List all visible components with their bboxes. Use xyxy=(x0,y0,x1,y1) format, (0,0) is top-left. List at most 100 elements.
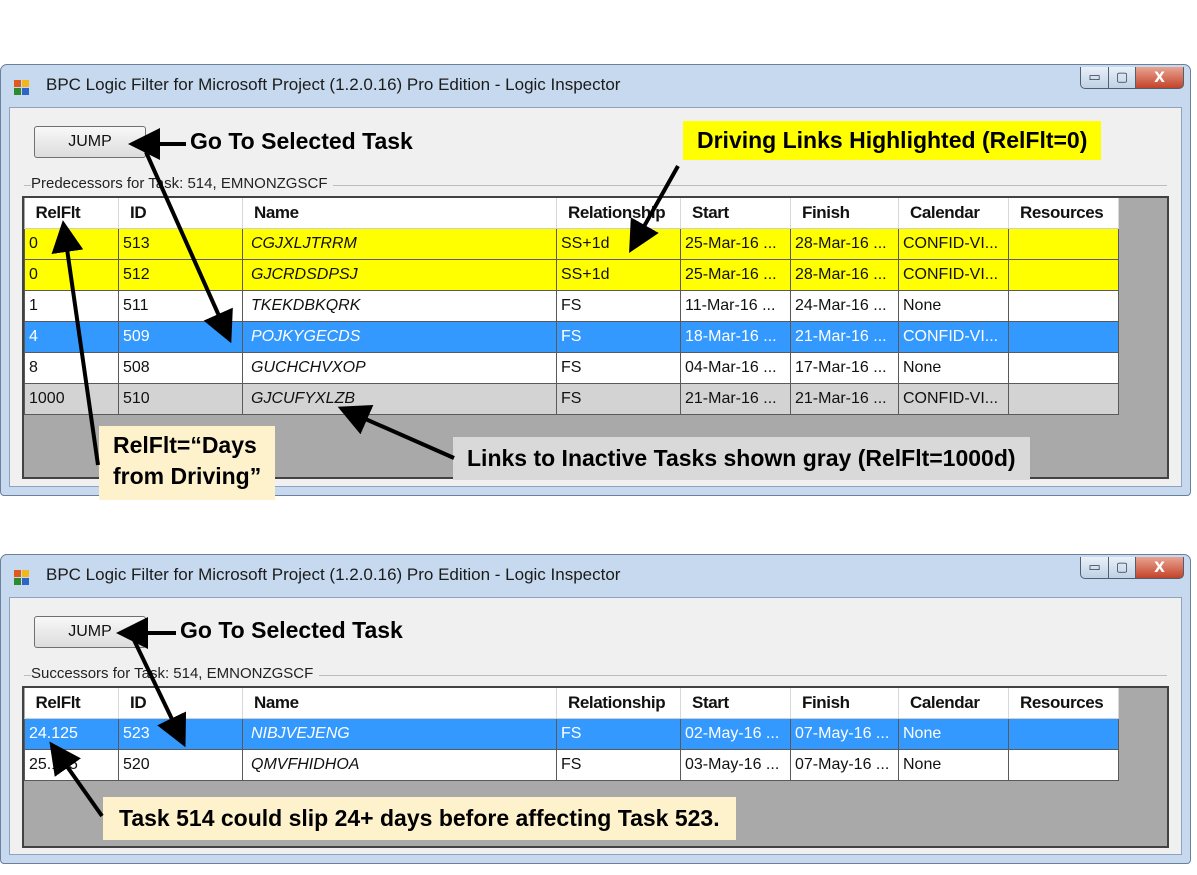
cell-start: 04-Mar-16 ... xyxy=(680,351,791,384)
callout-goto-selected-task-bottom: Go To Selected Task xyxy=(180,617,403,643)
column-header-name[interactable]: Name xyxy=(242,198,557,229)
callout-driving-links: Driving Links Highlighted (RelFlt=0) xyxy=(683,121,1102,160)
cell-relationship: FS xyxy=(556,289,681,322)
cell-calendar: None xyxy=(898,748,1009,781)
cell-relflt: 0 xyxy=(24,227,119,260)
maximize-icon: ▢ xyxy=(1115,560,1129,575)
maximize-button[interactable]: ▢ xyxy=(1109,67,1136,89)
column-header-id[interactable]: ID xyxy=(118,688,243,719)
cell-relationship: FS xyxy=(556,748,681,781)
cell-finish: 28-Mar-16 ... xyxy=(790,227,899,260)
predecessors-table: RelFlt ID Name Relationship Start Finish… xyxy=(24,198,1119,415)
column-header-start[interactable]: Start xyxy=(680,198,791,229)
cell-relflt: 8 xyxy=(24,351,119,384)
column-header-finish[interactable]: Finish xyxy=(790,198,899,229)
table-row[interactable]: 4 509 POJKYGECDS FS 18-Mar-16 ... 21-Mar-16 .… xyxy=(24,320,1119,353)
app-icon xyxy=(14,80,30,96)
cell-id: 508 xyxy=(118,351,243,384)
jump-button[interactable]: JUMP xyxy=(34,126,146,158)
cell-calendar: None xyxy=(898,717,1009,750)
cell-start: 21-Mar-16 ... xyxy=(680,382,791,415)
jump-button[interactable]: JUMP xyxy=(34,616,146,648)
column-header-resources[interactable]: Resources xyxy=(1008,198,1119,229)
cell-name: NIBJVEJENG xyxy=(242,717,557,750)
minimize-icon: ▭ xyxy=(1088,560,1101,575)
table-row[interactable]: 1 511 TKEKDBKQRK FS 11-Mar-16 ... 24-Mar-16 .… xyxy=(24,289,1119,322)
cell-relflt: 25.125 xyxy=(24,748,119,781)
successors-group-label: Successors for Task: 514, EMNONZGSCF xyxy=(31,665,320,682)
cell-start: 25-Mar-16 ... xyxy=(680,227,791,260)
column-header-start[interactable]: Start xyxy=(680,688,791,719)
table-row[interactable]: 8 508 GUCHCHVXOP FS 04-Mar-16 ... 17-Mar-16 .… xyxy=(24,351,1119,384)
cell-calendar: None xyxy=(898,351,1009,384)
cell-finish: 07-May-16 ... xyxy=(790,748,899,781)
cell-id: 510 xyxy=(118,382,243,415)
callout-goto-selected-task-top: Go To Selected Task xyxy=(190,128,413,154)
maximize-button[interactable]: ▢ xyxy=(1109,557,1136,579)
cell-name: GUCHCHVXOP xyxy=(242,351,557,384)
cell-resources xyxy=(1008,289,1119,322)
close-icon: X xyxy=(1154,559,1165,576)
cell-id: 509 xyxy=(118,320,243,353)
column-header-relationship[interactable]: Relationship xyxy=(556,198,681,229)
callout-relflt-line1: RelFlt=“Days xyxy=(113,432,257,458)
close-button[interactable]: X xyxy=(1136,557,1184,579)
column-header-id[interactable]: ID xyxy=(118,198,243,229)
cell-finish: 21-Mar-16 ... xyxy=(790,320,899,353)
minimize-button[interactable]: ▭ xyxy=(1080,67,1109,89)
cell-resources xyxy=(1008,258,1119,291)
cell-relflt: 0 xyxy=(24,258,119,291)
cell-id: 513 xyxy=(118,227,243,260)
maximize-icon: ▢ xyxy=(1115,70,1129,85)
cell-id: 520 xyxy=(118,748,243,781)
cell-finish: 17-Mar-16 ... xyxy=(790,351,899,384)
cell-calendar: CONFID-VI... xyxy=(898,320,1009,353)
cell-resources xyxy=(1008,382,1119,415)
cell-start: 02-May-16 ... xyxy=(680,717,791,750)
cell-resources xyxy=(1008,351,1119,384)
header-row: RelFlt ID Name Relationship Start Finish… xyxy=(24,688,1119,719)
cell-finish: 21-Mar-16 ... xyxy=(790,382,899,415)
window-controls: ▭ ▢ X xyxy=(1080,67,1184,93)
column-header-relflt[interactable]: RelFlt xyxy=(24,198,119,229)
close-button[interactable]: X xyxy=(1136,67,1184,89)
cell-start: 25-Mar-16 ... xyxy=(680,258,791,291)
cell-name: GJCUFYXLZB xyxy=(242,382,557,415)
callout-slip-days: Task 514 could slip 24+ days before affe… xyxy=(103,797,736,840)
title-bar[interactable]: BPC Logic Filter for Microsoft Project (… xyxy=(1,555,1190,597)
cell-relationship: FS xyxy=(556,717,681,750)
table-row[interactable]: 0 512 GJCRDSDPSJ SS+1d 25-Mar-16 ... 28-Mar-1… xyxy=(24,258,1119,291)
header-row: RelFlt ID Name Relationship Start Finish… xyxy=(24,198,1119,229)
cell-finish: 28-Mar-16 ... xyxy=(790,258,899,291)
minimize-icon: ▭ xyxy=(1088,70,1101,85)
column-header-finish[interactable]: Finish xyxy=(790,688,899,719)
title-bar[interactable]: BPC Logic Filter for Microsoft Project (… xyxy=(1,65,1190,107)
cell-name: TKEKDBKQRK xyxy=(242,289,557,322)
successors-table: RelFlt ID Name Relationship Start Finish… xyxy=(24,688,1119,781)
column-header-calendar[interactable]: Calendar xyxy=(898,688,1009,719)
predecessors-group-label: Predecessors for Task: 514, EMNONZGSCF xyxy=(31,175,334,192)
cell-name: QMVFHIDHOA xyxy=(242,748,557,781)
cell-id: 512 xyxy=(118,258,243,291)
cell-calendar: CONFID-VI... xyxy=(898,382,1009,415)
table-row[interactable]: 24.125 523 NIBJVEJENG FS 02-May-16 ... 07-May… xyxy=(24,717,1119,750)
column-header-calendar[interactable]: Calendar xyxy=(898,198,1009,229)
cell-resources xyxy=(1008,717,1119,750)
cell-resources xyxy=(1008,320,1119,353)
cell-relflt: 1000 xyxy=(24,382,119,415)
table-row[interactable]: 1000 510 GJCUFYXLZB FS 21-Mar-16 ... 21-Mar-1… xyxy=(24,382,1119,415)
cell-resources xyxy=(1008,227,1119,260)
cell-name: POJKYGECDS xyxy=(242,320,557,353)
table-row[interactable]: 0 513 CGJXLJTRRM SS+1d 25-Mar-16 ... 28-Mar-1… xyxy=(24,227,1119,260)
table-row[interactable]: 25.125 520 QMVFHIDHOA FS 03-May-16 ... 07-May… xyxy=(24,748,1119,781)
cell-name: CGJXLJTRRM xyxy=(242,227,557,260)
column-header-name[interactable]: Name xyxy=(242,688,557,719)
cell-start: 18-Mar-16 ... xyxy=(680,320,791,353)
column-header-resources[interactable]: Resources xyxy=(1008,688,1119,719)
column-header-relflt[interactable]: RelFlt xyxy=(24,688,119,719)
cell-finish: 07-May-16 ... xyxy=(790,717,899,750)
cell-relflt: 4 xyxy=(24,320,119,353)
minimize-button[interactable]: ▭ xyxy=(1080,557,1109,579)
cell-id: 523 xyxy=(118,717,243,750)
column-header-relationship[interactable]: Relationship xyxy=(556,688,681,719)
